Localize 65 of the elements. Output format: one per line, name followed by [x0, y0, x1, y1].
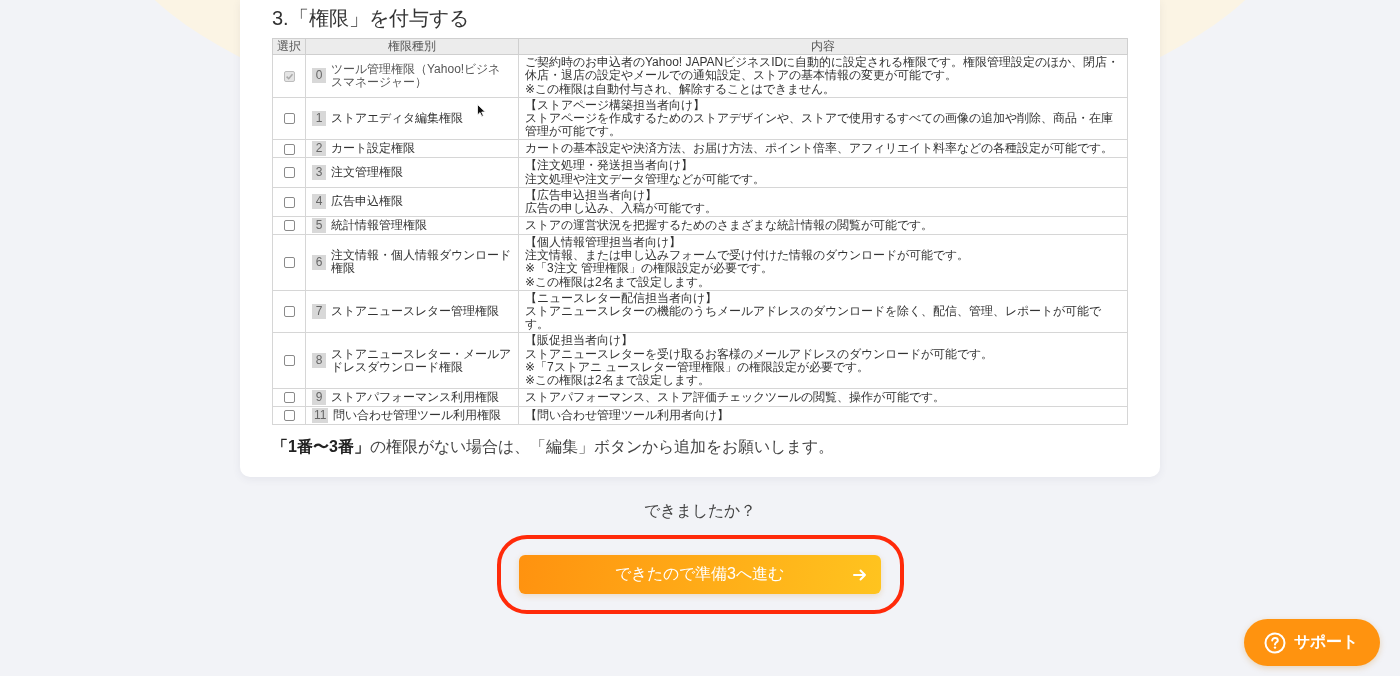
column-header: 権限種別	[305, 38, 519, 55]
row-checkbox[interactable]	[283, 167, 295, 179]
number-badge: 6	[312, 254, 326, 270]
arrow-right-icon	[852, 567, 867, 582]
number-badge: 1	[312, 111, 326, 127]
description-line: 【販促担当者向け】	[525, 334, 634, 348]
description-line: ストアパフォーマンス、ストア評価チェックツールの閲覧、操作が可能です。	[525, 391, 946, 405]
row-checkbox[interactable]	[283, 355, 295, 367]
permission-name: ストアエディタ編集権限	[331, 111, 463, 126]
number-badge: 9	[312, 390, 326, 406]
row-checkbox[interactable]	[283, 410, 295, 422]
description-line: ご契約時のお申込者のYahoo! JAPANビジネスIDに自動的に設定される権限です。権限管理設定のほか、閉店・休店・退店の設定やメールでの通知設定、ストアの基本情報の変更が可能です。	[525, 56, 1121, 83]
permission-name: 統計情報管理権限	[331, 218, 427, 233]
description-line: 【広告申込担当者向け】	[525, 188, 658, 202]
column-header: 内容	[518, 38, 1128, 55]
permission-name: 注文管理権限	[331, 165, 403, 180]
number-badge: 5	[312, 218, 326, 234]
number-badge: 8	[312, 353, 326, 369]
row-checkbox[interactable]	[283, 392, 295, 404]
description-line: ストアページを作成するためのストアデザインや、ストアで使用するすべての画像の追加や削除、商品・在庫管理が可能です。	[525, 111, 1114, 139]
description-line: ※この権限は2名まで設定します。	[525, 275, 711, 289]
number-badge: 11	[312, 408, 329, 424]
number-badge: 7	[312, 304, 326, 320]
permission-name: 問い合わせ管理ツール利用権限	[333, 409, 502, 423]
description-line: ※この権限は自動付与され、解除することはできません。	[525, 82, 837, 96]
description-line: カートの基本設定や決済方法、お届け方法、ポイント倍率、アフィリエイト料率などの各種設定が可能です。	[525, 142, 1114, 156]
description-line: ※「3注文 管理権限」の権限設定が必要です。	[525, 262, 775, 276]
permission-name: ストアニュースレター・メールアドレスダウンロード権限	[331, 347, 512, 374]
column-header: 選択	[272, 38, 306, 55]
permission-name: 広告申込権限	[331, 195, 403, 209]
description-line: 【個人情報管理担当者向け】	[525, 236, 682, 250]
description-line: 注文処理や注文データ管理などが可能です。	[525, 172, 766, 186]
description-line: 広告の申し込み、入稿が可能です。	[525, 201, 718, 216]
number-badge: 2	[312, 141, 326, 157]
row-checkbox[interactable]	[283, 257, 295, 269]
number-badge: 4	[312, 194, 326, 210]
mouse-cursor-icon	[477, 104, 486, 117]
description-line: 注文情報、または申し込みフォームで受け付けた情報のダウンロードが可能です。	[525, 249, 970, 263]
description-line: 【ストアページ構築担当者向け】	[525, 98, 706, 112]
question-circle-icon	[1264, 631, 1286, 654]
description-line: ※この権限は2名まで設定します。	[525, 373, 710, 388]
row-checkbox[interactable]	[283, 220, 295, 232]
row-checkbox[interactable]	[283, 113, 295, 125]
description-line: 【問い合わせ管理ツール利用者向け】	[525, 409, 730, 423]
permission-name: ツール管理権限（Yahoo!ビジネスマネージャー）	[331, 62, 502, 90]
description-line: ストアニュースレターの機能のうちメールアドレスのダウンロードを除く、配信、管理、レポートが可能です。	[525, 305, 1102, 332]
permission-name: ストアニュースレター管理権限	[331, 305, 499, 319]
question-text: できましたか？	[644, 501, 756, 522]
number-badge: 0	[312, 68, 326, 84]
permission-name: 注文情報・個人情報ダウンロード権限	[331, 249, 512, 276]
description-line: ストアの運営状況を把握するためのさまざまな統計情報の閲覧が可能です。	[525, 218, 934, 233]
next-step-button[interactable]: できたので準備3へ進む	[518, 555, 881, 595]
row-checkbox[interactable]	[283, 196, 295, 208]
description-line: ※「7ストアニ ュースレター管理権限」の権限設定が必要です。	[525, 360, 870, 374]
permission-name: ストアパフォーマンス利用権限	[331, 391, 499, 405]
description-line: 【注文処理・発送担当者向け】	[525, 159, 694, 173]
note-text: 「1番〜3番」の権限がない場合は、「編集」ボタンから追加をお願いします。	[272, 437, 835, 458]
row-checkbox[interactable]	[283, 143, 295, 155]
description-line: 【ニュースレター配信担当者向け】	[525, 291, 718, 305]
step-heading: 3.「権限」を付与する	[272, 6, 470, 31]
permission-name: カート設定権限	[331, 142, 415, 156]
row-checkbox[interactable]	[283, 306, 295, 318]
description-line: ストアニュースレターを受け取るお客様のメールアドレスのダウンロードが可能です。	[525, 347, 994, 361]
number-badge: 3	[312, 165, 326, 180]
support-button[interactable]: サポート	[1244, 619, 1380, 666]
